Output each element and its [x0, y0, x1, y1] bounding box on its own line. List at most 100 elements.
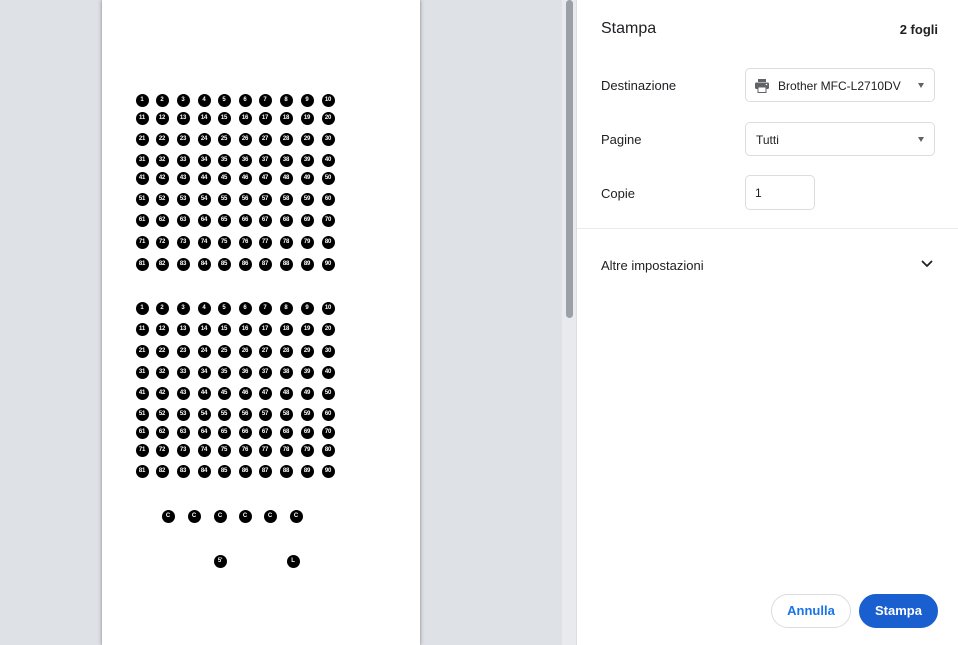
preview-number-dot: 42	[155, 171, 169, 185]
preview-number-dot: 66	[238, 425, 252, 439]
preview-number-dot: 38	[279, 153, 293, 167]
preview-number-dot: 60	[321, 192, 335, 206]
preview-number-dot: 53	[176, 192, 190, 206]
cancel-button[interactable]: Annulla	[771, 594, 851, 628]
preview-number-dot: 12	[155, 111, 169, 125]
preview-number-dot: 30	[321, 132, 335, 146]
preview-number-dot: 25	[217, 132, 231, 146]
preview-number-dot: 2	[155, 93, 169, 107]
preview-number-dot: 78	[279, 235, 293, 249]
preview-number-dot: 87	[258, 257, 272, 271]
preview-number-dot: 80	[321, 235, 335, 249]
preview-number-dot: 80	[321, 443, 335, 457]
preview-number-dot: 71	[135, 443, 149, 457]
pages-select[interactable]: Tutti	[745, 122, 935, 156]
preview-number-dot: 2	[155, 301, 169, 315]
preview-number-dot: 76	[238, 235, 252, 249]
preview-number-dot: 3	[176, 93, 190, 107]
preview-number-dot: 65	[217, 213, 231, 227]
preview-number-dot: 8	[279, 301, 293, 315]
preview-number-dot: 51	[135, 192, 149, 206]
preview-number-dot: 21	[135, 132, 149, 146]
preview-number-dot: 19	[300, 322, 314, 336]
preview-number-dot: 28	[279, 132, 293, 146]
preview-number-dot: 69	[300, 425, 314, 439]
preview-number-dot: 90	[321, 464, 335, 478]
preview-number-dot: 57	[258, 407, 272, 421]
preview-number-dot: 48	[279, 386, 293, 400]
preview-number-dot: 9	[300, 301, 314, 315]
preview-number-dot: 70	[321, 425, 335, 439]
preview-number-dot: 35	[217, 365, 231, 379]
preview-number-dot: 33	[176, 365, 190, 379]
preview-number-dot: 10	[321, 93, 335, 107]
preview-number-dot: 79	[300, 235, 314, 249]
preview-number-dot: 84	[197, 464, 211, 478]
preview-number-dot: 47	[258, 171, 272, 185]
preview-number-dot: 56	[238, 407, 252, 421]
preview-number-dot: 23	[176, 132, 190, 146]
preview-number-dot: 45	[217, 171, 231, 185]
preview-number-dot: 15	[217, 111, 231, 125]
destination-select[interactable]: Brother MFC-L2710DV	[745, 68, 935, 102]
preview-number-dot: 1	[135, 301, 149, 315]
preview-number-dot: 9	[300, 93, 314, 107]
preview-number-dot: 39	[300, 365, 314, 379]
preview-number-dot: 64	[197, 213, 211, 227]
preview-number-dot: 60	[321, 407, 335, 421]
preview-number-dot: 86	[238, 257, 252, 271]
preview-number-dot: 55	[217, 407, 231, 421]
preview-number-dot: 83	[176, 464, 190, 478]
pages-label: Pagine	[601, 132, 642, 147]
sheet-count: 2 fogli	[899, 22, 938, 37]
preview-number-dot: 62	[155, 425, 169, 439]
preview-number-dot: 11	[135, 111, 149, 125]
more-settings-toggle[interactable]: Altre impostazioni	[577, 250, 958, 280]
preview-number-dot: 27	[258, 344, 272, 358]
preview-number-dot: 4	[197, 93, 211, 107]
print-preview-area: 1 2 3 4 5 6 7 8 9 10 11 12 13 14 15 16 17 18 19 20 21 22 23 24 2…	[0, 0, 562, 645]
preview-number-dot: 71	[135, 235, 149, 249]
preview-number-dot: 12	[155, 322, 169, 336]
preview-c-dot: C	[213, 509, 227, 523]
preview-number-dot: 83	[176, 257, 190, 271]
preview-number-dot: 63	[176, 425, 190, 439]
preview-c-dot: C	[289, 509, 303, 523]
preview-number-dot: 44	[197, 386, 211, 400]
preview-number-dot: 82	[155, 464, 169, 478]
print-button[interactable]: Stampa	[859, 594, 938, 628]
preview-number-dot: 45	[217, 386, 231, 400]
preview-number-dot: 59	[300, 407, 314, 421]
panel-title: Stampa	[601, 20, 657, 37]
preview-number-dot: 49	[300, 386, 314, 400]
preview-number-dot: 89	[300, 464, 314, 478]
preview-scrollbar-thumb[interactable]	[566, 0, 573, 318]
preview-number-dot: 86	[238, 464, 252, 478]
preview-number-dot: 20	[321, 111, 335, 125]
preview-number-dot: 36	[238, 153, 252, 167]
preview-number-dot: 17	[258, 322, 272, 336]
preview-number-dot: 58	[279, 192, 293, 206]
section-divider	[577, 228, 958, 229]
preview-number-dot: 85	[217, 257, 231, 271]
preview-number-dot: 10	[321, 301, 335, 315]
preview-number-dot: 41	[135, 171, 149, 185]
preview-number-dot: 70	[321, 213, 335, 227]
preview-number-dot: 47	[258, 386, 272, 400]
preview-number-dot: 3	[176, 301, 190, 315]
preview-number-dot: 33	[176, 153, 190, 167]
preview-number-dot: 27	[258, 132, 272, 146]
preview-number-dot: 49	[300, 171, 314, 185]
preview-number-dot: 52	[155, 407, 169, 421]
preview-number-dot: 19	[300, 111, 314, 125]
preview-number-dot: 5	[217, 93, 231, 107]
preview-number-dot: 72	[155, 443, 169, 457]
preview-c-dot: C	[238, 509, 252, 523]
preview-number-dot: 22	[155, 344, 169, 358]
preview-number-dot: 54	[197, 407, 211, 421]
copies-input[interactable]	[745, 175, 815, 210]
preview-number-dot: 43	[176, 171, 190, 185]
preview-number-dot: 43	[176, 386, 190, 400]
preview-number-dot: 17	[258, 111, 272, 125]
preview-number-dot: 54	[197, 192, 211, 206]
